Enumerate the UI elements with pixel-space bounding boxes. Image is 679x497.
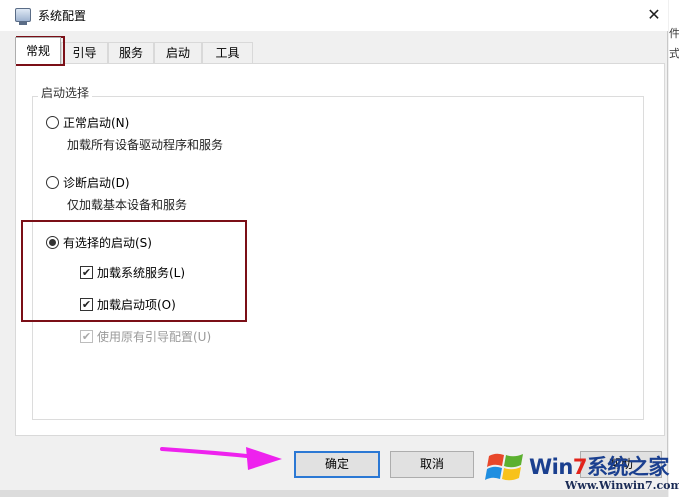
check-load-startup-items[interactable]: ✔ 加载启动项(O): [80, 296, 176, 313]
tab-startup[interactable]: 启动: [154, 42, 202, 64]
check-use-original-boot-config: ✔ 使用原有引导配置(U): [80, 328, 211, 345]
normal-startup-desc: 加载所有设备驱动程序和服务: [67, 138, 224, 152]
radio-button-icon[interactable]: [46, 176, 59, 189]
tab-services[interactable]: 服务: [108, 42, 154, 64]
radio-selective-startup[interactable]: 有选择的启动(S): [46, 234, 152, 251]
close-icon[interactable]: ✕: [640, 0, 668, 31]
background-text-fragment: 件: [669, 27, 679, 40]
radio-button-icon[interactable]: [46, 116, 59, 129]
use-original-boot-config-label: 使用原有引导配置(U): [97, 330, 212, 344]
background-text-fragment: 式: [669, 47, 679, 60]
tab-boot[interactable]: 引导: [61, 42, 108, 64]
checkbox-checked-icon[interactable]: ✔: [80, 298, 93, 311]
watermark-site: Www.Winwin7.com: [565, 479, 679, 492]
checkbox-checked-disabled-icon: ✔: [80, 330, 93, 343]
cancel-button[interactable]: 取消: [390, 451, 474, 478]
check-load-system-services[interactable]: ✔ 加载系统服务(L): [80, 264, 185, 281]
radio-normal-label: 正常启动(N): [63, 116, 130, 130]
win7-watermark: Win7系统之家 Www.Winwin7.com: [481, 441, 679, 497]
pointer-arrow-icon: [160, 447, 282, 470]
ok-button[interactable]: 确定: [294, 451, 380, 478]
radio-diagnostic-startup[interactable]: 诊断启动(D): [46, 174, 130, 191]
tab-general[interactable]: 常规: [15, 37, 61, 64]
radio-normal-startup[interactable]: 正常启动(N): [46, 114, 129, 131]
load-system-services-label: 加载系统服务(L): [97, 266, 186, 280]
diagnostic-startup-desc: 仅加载基本设备和服务: [67, 198, 188, 212]
msconfig-app-icon: [15, 8, 31, 25]
radio-selective-label: 有选择的启动(S): [63, 236, 152, 250]
windows-flag-logo-icon: [485, 453, 523, 481]
load-startup-items-label: 加载启动项(O): [97, 298, 176, 312]
checkbox-checked-icon[interactable]: ✔: [80, 266, 93, 279]
general-tab-panel: 启动选择 正常启动(N) 加载所有设备驱动程序和服务 诊断启动(D) 仅加载基本…: [15, 63, 665, 436]
window-title: 系统配置: [38, 9, 87, 23]
title-bar: 系统配置 ✕: [0, 0, 668, 31]
radio-diagnostic-label: 诊断启动(D): [63, 176, 130, 190]
system-config-window: 系统配置 ✕ 常规 引导 服务 启动 工具 启动选择 正常启动(N) 加载所有设…: [0, 0, 668, 497]
watermark-brand: Win7系统之家: [529, 455, 669, 479]
tab-tools[interactable]: 工具: [202, 42, 253, 64]
startup-selection-legend: 启动选择: [38, 84, 93, 101]
radio-button-selected-icon[interactable]: [46, 236, 59, 249]
background-window-edge: 件 式: [669, 0, 679, 497]
